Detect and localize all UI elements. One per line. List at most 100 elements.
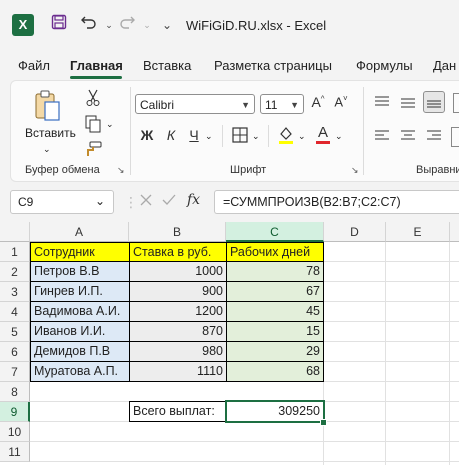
font-launcher-icon[interactable]: ↘	[351, 165, 359, 176]
shrink-font-icon[interactable]: A˅	[332, 94, 350, 109]
redo-dropdown-icon[interactable]: ⌄	[136, 14, 158, 36]
font-color-letter: A	[317, 124, 328, 141]
column-header-b[interactable]: B	[129, 222, 226, 242]
tab-insert[interactable]: Вставка	[143, 58, 191, 73]
name-box-value: C9	[18, 195, 34, 209]
italic-button[interactable]: К	[163, 127, 179, 143]
row-header[interactable]: 4	[0, 302, 30, 322]
underline-button[interactable]: Ч	[186, 127, 202, 143]
cell-b9-total-label[interactable]: Всего выплат:	[129, 401, 227, 422]
cell-c1[interactable]: Рабочих дней	[226, 242, 324, 262]
cell-b1[interactable]: Ставка в руб.	[129, 242, 227, 262]
cell-a4[interactable]: Вадимова А.И.	[30, 301, 130, 322]
cancel-icon[interactable]	[139, 193, 153, 210]
row-header[interactable]: 3	[0, 282, 30, 302]
paste-button[interactable]: Вставить	[25, 126, 76, 140]
cell-b3[interactable]: 900	[129, 281, 227, 302]
cell-a2[interactable]: Петров В.В	[30, 261, 130, 282]
wrap-text-icon[interactable]	[453, 93, 459, 113]
cell-a5[interactable]: Иванов И.И.	[30, 321, 130, 342]
formula-input[interactable]: =СУММПРОИЗВ(B2:B7;C2:C7)	[214, 190, 459, 214]
spreadsheet-grid: A B C D E 1 2 3 4 5 6 7 8 9 10 11 Сотруд…	[0, 222, 459, 465]
underline-dropdown-icon[interactable]: ⌄	[205, 131, 213, 142]
ribbon: Вставить ⌄ ⌄ Буфер обмена ↘ Calibri ▼ 11…	[10, 80, 459, 182]
row-header[interactable]: 8	[0, 382, 30, 402]
cell-c2[interactable]: 78	[226, 261, 324, 282]
cell-b6[interactable]: 980	[129, 341, 227, 362]
cell-c9-total-value[interactable]: 309250	[225, 400, 325, 423]
column-header-e[interactable]: E	[386, 222, 450, 242]
align-center-icon[interactable]	[400, 129, 416, 146]
cell-c4[interactable]: 45	[226, 301, 324, 322]
name-box[interactable]: C9 ⌄	[10, 190, 114, 214]
tab-home[interactable]: Главная	[70, 58, 123, 73]
cell-c3[interactable]: 67	[226, 281, 324, 302]
cell-a6[interactable]: Демидов П.В	[30, 341, 130, 362]
fill-color-icon[interactable]	[276, 125, 296, 148]
align-right-icon[interactable]	[426, 129, 442, 146]
font-color-dropdown-icon[interactable]: ⌄	[335, 131, 343, 142]
align-bottom-button[interactable]	[423, 91, 445, 113]
align-middle-icon[interactable]	[400, 95, 416, 112]
select-all-corner[interactable]	[0, 222, 30, 242]
cell-a3[interactable]: Гинрев И.П.	[30, 281, 130, 302]
font-size-select[interactable]: 11 ▼	[260, 94, 304, 114]
clipboard-group-label: Буфер обмена	[25, 164, 100, 176]
tab-data[interactable]: Дан	[433, 58, 456, 73]
fill-color-dropdown-icon[interactable]: ⌄	[298, 131, 306, 142]
cell-b2[interactable]: 1000	[129, 261, 227, 282]
cell-b4[interactable]: 1200	[129, 301, 227, 322]
font-family-select[interactable]: Calibri ▼	[135, 94, 255, 114]
tab-file[interactable]: Файл	[18, 58, 50, 73]
cell-a7[interactable]: Муратова А.П.	[30, 361, 130, 382]
align-top-icon[interactable]	[374, 95, 390, 112]
row-header-selected[interactable]: 9	[0, 402, 30, 422]
row-header[interactable]: 7	[0, 362, 30, 382]
row-header[interactable]: 1	[0, 242, 30, 262]
redo-icon[interactable]	[116, 14, 138, 36]
tab-page-layout[interactable]: Разметка страницы	[214, 58, 332, 73]
save-icon[interactable]	[48, 14, 70, 36]
grow-font-icon[interactable]: A^	[309, 94, 327, 110]
cell-b5[interactable]: 870	[129, 321, 227, 342]
separator	[222, 125, 223, 147]
insert-function-icon[interactable]: fx	[187, 192, 200, 208]
fill-handle[interactable]	[320, 419, 327, 426]
clipboard-launcher-icon[interactable]: ↘	[117, 165, 125, 176]
group-separator	[130, 87, 131, 175]
cell-a1[interactable]: Сотрудник	[30, 242, 130, 262]
tab-formulas[interactable]: Формулы	[356, 58, 413, 73]
formula-text: =СУММПРОИЗВ(B2:B7;C2:C7)	[223, 195, 401, 209]
indent-icon[interactable]	[451, 127, 459, 147]
column-header-c[interactable]: C	[226, 222, 324, 242]
bold-button[interactable]: Ж	[139, 127, 155, 143]
row-header[interactable]: 6	[0, 342, 30, 362]
cut-icon[interactable]	[83, 89, 103, 110]
column-header-a[interactable]: A	[30, 222, 129, 242]
row-header[interactable]: 5	[0, 322, 30, 342]
copy-dropdown-icon[interactable]: ⌄	[106, 119, 114, 130]
align-left-icon[interactable]	[374, 129, 390, 146]
row-header[interactable]: 11	[0, 442, 30, 462]
separator	[268, 125, 269, 147]
column-header-f[interactable]	[450, 222, 459, 242]
customize-toolbar-icon[interactable]: ⌄	[156, 14, 178, 36]
row-header[interactable]: 2	[0, 262, 30, 282]
row-header[interactable]: 10	[0, 422, 30, 442]
copy-icon[interactable]	[83, 115, 103, 136]
format-painter-icon[interactable]	[83, 141, 103, 160]
enter-check-icon[interactable]	[162, 193, 176, 210]
column-header-d[interactable]: D	[324, 222, 386, 242]
undo-icon[interactable]	[78, 14, 100, 36]
font-color-button[interactable]: A	[314, 124, 332, 144]
alignment-group-label: Выравни	[416, 164, 459, 176]
cell-c5[interactable]: 15	[226, 321, 324, 342]
cell-c6[interactable]: 29	[226, 341, 324, 362]
paste-icon[interactable]	[33, 89, 63, 123]
borders-icon[interactable]	[231, 127, 249, 146]
paste-dropdown-icon[interactable]: ⌄	[43, 144, 51, 155]
more-dots-icon: ⋮	[124, 194, 138, 210]
borders-dropdown-icon[interactable]: ⌄	[252, 131, 260, 142]
cell-b7[interactable]: 1110	[129, 361, 227, 382]
cell-c7[interactable]: 68	[226, 361, 324, 382]
